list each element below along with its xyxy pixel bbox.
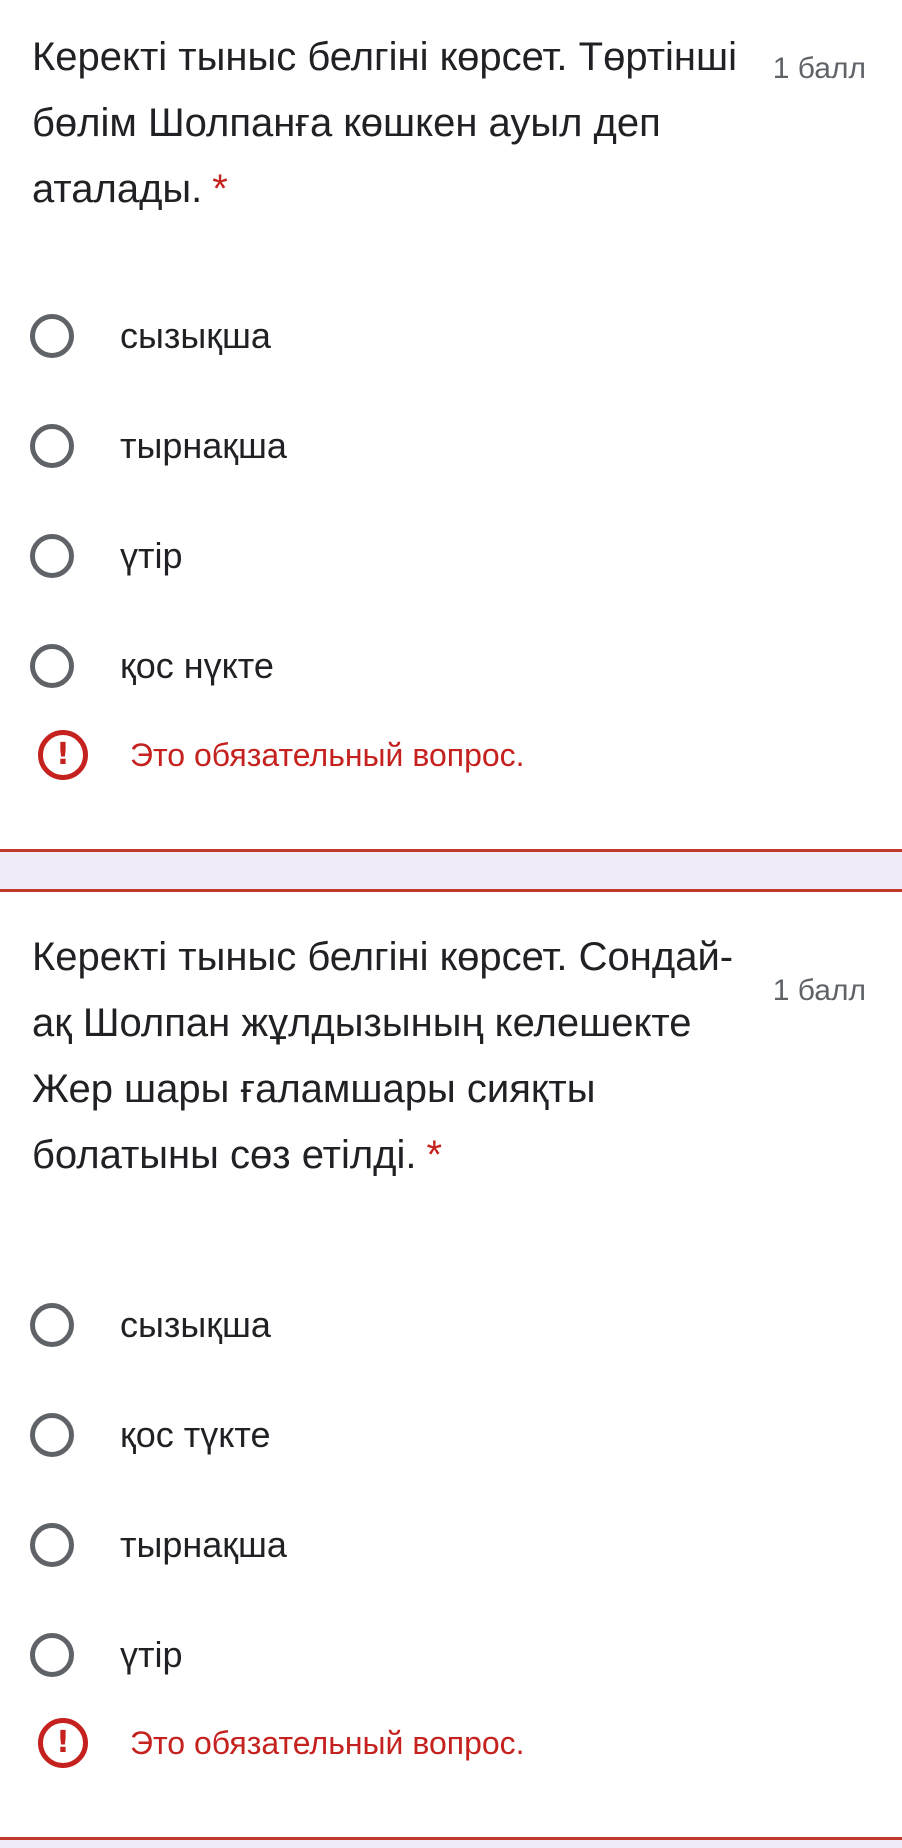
- radio-unchecked-icon[interactable]: [30, 1633, 74, 1677]
- radio-option[interactable]: сызықша: [30, 306, 271, 366]
- error-text: Это обязательный вопрос.: [130, 1724, 525, 1761]
- question-card-2: Керекті тыныс белгіні көрсет. Сондай-ақ …: [0, 889, 902, 1840]
- required-error: ! Это обязательный вопрос.: [38, 1718, 525, 1768]
- radio-unchecked-icon[interactable]: [30, 1413, 74, 1457]
- exclamation-circle-icon: !: [38, 730, 88, 780]
- question-title: Керекті тыныс белгіні көрсет. Төртінші б…: [32, 35, 737, 211]
- radio-unchecked-icon[interactable]: [30, 314, 74, 358]
- radio-unchecked-icon[interactable]: [30, 534, 74, 578]
- radio-option[interactable]: сызықша: [30, 1295, 271, 1355]
- option-label: сызықша: [120, 1304, 271, 1345]
- required-asterisk: *: [212, 167, 228, 211]
- option-label: тырнақша: [120, 1524, 287, 1565]
- error-text: Это обязательный вопрос.: [130, 736, 525, 773]
- radio-unchecked-icon[interactable]: [30, 1523, 74, 1567]
- question-card-1: Керекті тыныс белгіні көрсет. Төртінші б…: [0, 0, 902, 852]
- bottom-separator: [0, 1840, 902, 1848]
- option-label: үтір: [120, 535, 183, 576]
- option-label: қос нүкте: [120, 645, 274, 686]
- radio-option[interactable]: қос түкте: [30, 1405, 271, 1465]
- required-error: ! Это обязательный вопрос.: [38, 730, 525, 780]
- radio-unchecked-icon[interactable]: [30, 644, 74, 688]
- required-asterisk: *: [426, 1133, 443, 1177]
- radio-option[interactable]: тырнақша: [30, 416, 287, 476]
- radio-option[interactable]: үтір: [30, 526, 183, 586]
- section-separator: [0, 852, 902, 889]
- exclamation-circle-icon: !: [38, 1718, 88, 1768]
- option-label: қос түкте: [120, 1414, 271, 1455]
- option-label: тырнақша: [120, 425, 287, 466]
- radio-option[interactable]: үтір: [30, 1625, 183, 1685]
- points-label: 1 балл: [772, 974, 866, 1007]
- radio-option[interactable]: қос нүкте: [30, 636, 274, 696]
- radio-option[interactable]: тырнақша: [30, 1515, 287, 1575]
- radio-unchecked-icon[interactable]: [30, 424, 74, 468]
- points-label: 1 балл: [772, 52, 866, 85]
- radio-unchecked-icon[interactable]: [30, 1303, 74, 1347]
- question-title: Керекті тыныс белгіні көрсет. Сондай-ақ …: [32, 935, 734, 1177]
- option-label: сызықша: [120, 315, 271, 356]
- option-label: үтір: [120, 1634, 183, 1675]
